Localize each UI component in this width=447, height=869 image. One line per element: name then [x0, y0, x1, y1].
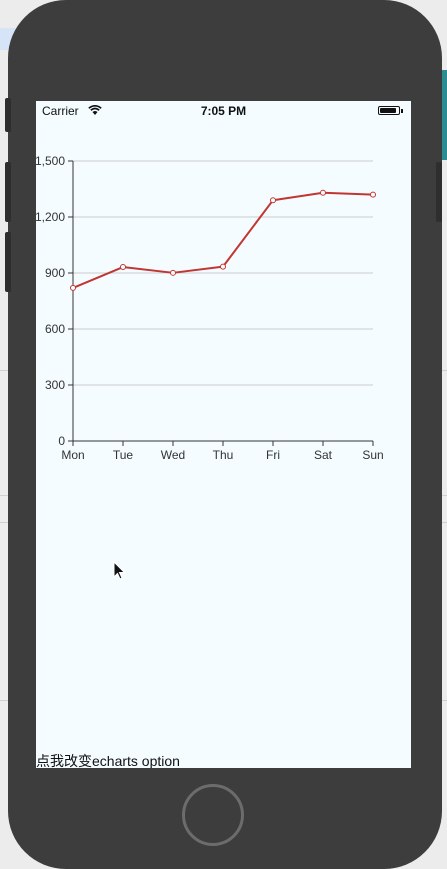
data-point	[220, 263, 226, 270]
y-tick-label: 600	[45, 322, 65, 336]
volume-up-button	[5, 162, 11, 222]
line-chart[interactable]: 0 300 600 900 1,200 1,500 Mon Tue Wed Thu Fri Sat Su…	[36, 101, 411, 521]
data-point	[170, 269, 176, 276]
y-tick-label: 900	[45, 266, 65, 280]
data-point	[70, 284, 76, 291]
mouse-cursor-icon	[113, 561, 126, 580]
x-tick-label: Tue	[113, 448, 134, 462]
x-tick-label: Fri	[266, 448, 280, 462]
x-tick-label: Thu	[213, 448, 234, 462]
x-tick-label: Sun	[362, 448, 383, 462]
y-tick-label: 0	[58, 434, 65, 448]
data-point	[270, 197, 276, 204]
x-tick-label: Mon	[61, 448, 84, 462]
data-point	[320, 189, 326, 196]
data-point	[370, 191, 376, 198]
mute-switch	[5, 98, 11, 132]
volume-down-button	[5, 232, 11, 292]
x-tick-label: Wed	[161, 448, 185, 462]
change-option-button[interactable]: 点我改变echarts option	[36, 751, 180, 768]
y-tick-label: 1,500	[36, 154, 65, 168]
power-button	[436, 162, 442, 222]
series-line	[72, 191, 374, 289]
simulator-screen: Carrier 7:05 PM 0 300 600 900 1,200 1,500 Mon T…	[36, 101, 411, 768]
data-point	[120, 264, 126, 271]
x-tick-label: Sat	[314, 448, 333, 462]
y-tick-label: 1,200	[36, 210, 65, 224]
home-button[interactable]	[182, 784, 244, 846]
y-tick-label: 300	[45, 378, 65, 392]
